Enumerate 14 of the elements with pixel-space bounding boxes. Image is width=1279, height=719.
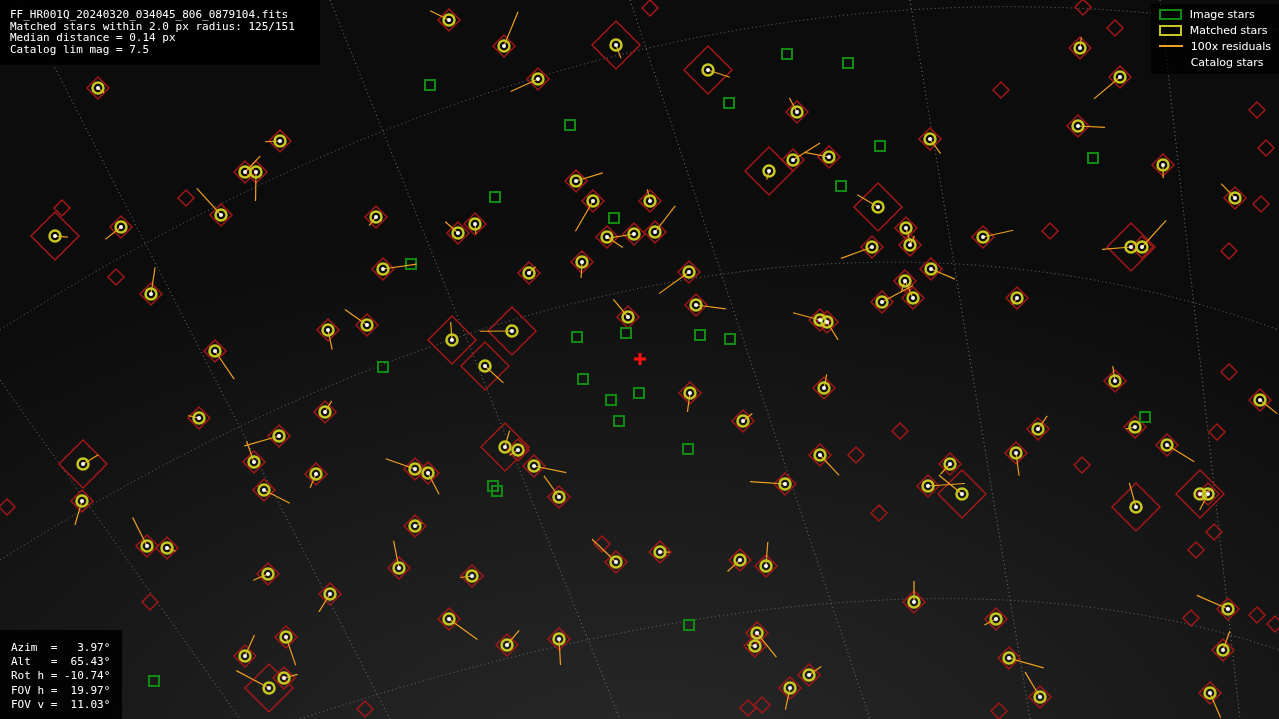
info-line: Catalog lim mag = 7.5 xyxy=(10,43,151,55)
pointing-line: Alt = 65.43° xyxy=(11,655,112,670)
info-line: FF_HR001Q_20240320_034045_806_0879104.fits xyxy=(10,9,290,21)
pointing-line: Azim = 3.97° xyxy=(11,641,112,656)
info-line: Median distance = 0.14 px xyxy=(10,32,176,44)
pointing-line: FOV h = 19.97° xyxy=(11,683,112,698)
pointing-line: FOV v = 11.03° xyxy=(11,697,112,712)
legend-label: Matched stars xyxy=(1189,23,1268,37)
legend-label: 100x residuals xyxy=(1190,39,1271,53)
center-cross-icon xyxy=(634,353,646,365)
pointing-line: Rot h = -10.74° xyxy=(11,669,112,684)
legend-label: Catalog stars xyxy=(1190,55,1264,69)
info-line: Matched stars within 2.0 px radius: 125/151 xyxy=(10,20,296,32)
legend-label: Image stars xyxy=(1189,7,1255,21)
